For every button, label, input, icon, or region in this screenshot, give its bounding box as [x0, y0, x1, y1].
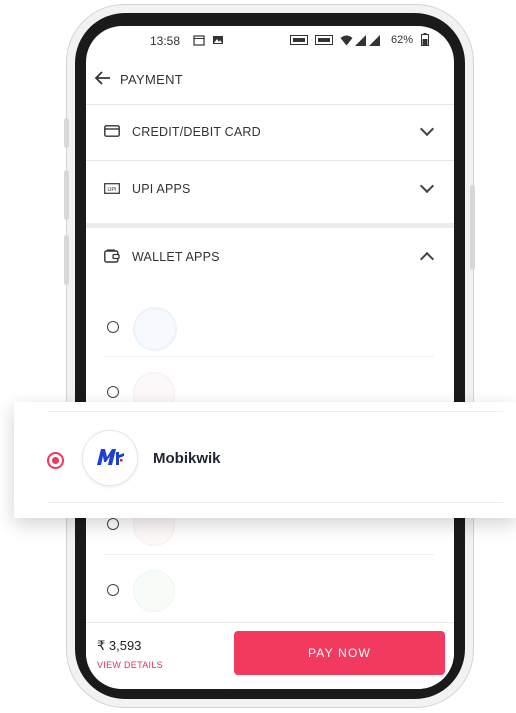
view-details-link[interactable]: VIEW DETAILS	[97, 660, 163, 670]
section-card-label: CREDIT/DEBIT CARD	[132, 125, 261, 139]
mobikwik-logo-icon	[97, 449, 124, 465]
section-upi-apps[interactable]: UPI UPI APPS	[86, 161, 454, 217]
battery-text: 62%	[391, 34, 414, 46]
chevron-down-icon	[419, 121, 435, 137]
checkout-bar: ₹ 3,593 VIEW DETAILS PAY NOW	[86, 622, 454, 689]
total-amount: ₹ 3,593	[97, 638, 142, 653]
section-upi-label: UPI APPS	[132, 182, 191, 196]
card-top-line	[47, 411, 503, 412]
wallet-icon	[104, 249, 120, 263]
calendar-icon	[193, 35, 205, 46]
section-wallet-apps[interactable]: WALLET APPS	[86, 229, 454, 285]
selected-radio[interactable]	[47, 452, 64, 469]
row-divider	[104, 554, 434, 555]
wallet-logo	[133, 307, 177, 351]
section-divider-thick	[86, 223, 454, 228]
wallet-name: Mobikwik	[153, 450, 221, 467]
selected-wallet-card[interactable]: Mobikwik	[14, 402, 516, 518]
hd-volte-icon	[290, 35, 308, 45]
battery-icon	[421, 33, 429, 46]
back-arrow-icon[interactable]	[94, 70, 112, 86]
signal-1-icon	[355, 35, 366, 46]
status-bar: 13:58 62%	[86, 26, 454, 56]
signal-2-icon	[369, 35, 380, 46]
chevron-up-icon	[419, 251, 435, 267]
page-title: PAYMENT	[120, 72, 184, 87]
volume-up-button	[64, 118, 69, 148]
section-wallet-label: WALLET APPS	[132, 250, 220, 264]
status-time: 13:58	[150, 34, 181, 48]
mobikwik-logo	[82, 430, 138, 486]
hd-volte-2-icon	[315, 35, 333, 45]
phone-screen: 13:58 62% PAYMENT CREDIT/DEBIT CARD UPI …	[86, 26, 454, 689]
wallet-radio[interactable]	[107, 584, 119, 596]
pay-now-button[interactable]: PAY NOW	[234, 631, 445, 675]
app-header: PAYMENT	[86, 66, 454, 104]
radio-dot	[52, 457, 59, 464]
card-bottom-line	[47, 502, 503, 503]
wallet-radio[interactable]	[107, 518, 119, 530]
upi-icon-text: UPI	[107, 187, 117, 193]
volume-button	[64, 235, 69, 285]
image-icon	[213, 36, 223, 44]
upi-icon: UPI	[104, 183, 120, 194]
section-credit-debit-card[interactable]: CREDIT/DEBIT CARD	[86, 105, 454, 161]
card-icon	[104, 125, 120, 137]
chevron-down-icon	[419, 178, 435, 194]
wallet-radio[interactable]	[107, 386, 119, 398]
power-button	[470, 185, 475, 270]
wallet-logo	[133, 570, 175, 612]
row-divider	[104, 356, 434, 357]
wifi-icon	[340, 35, 353, 46]
wallet-radio[interactable]	[107, 321, 119, 333]
volume-down-button	[64, 170, 69, 220]
